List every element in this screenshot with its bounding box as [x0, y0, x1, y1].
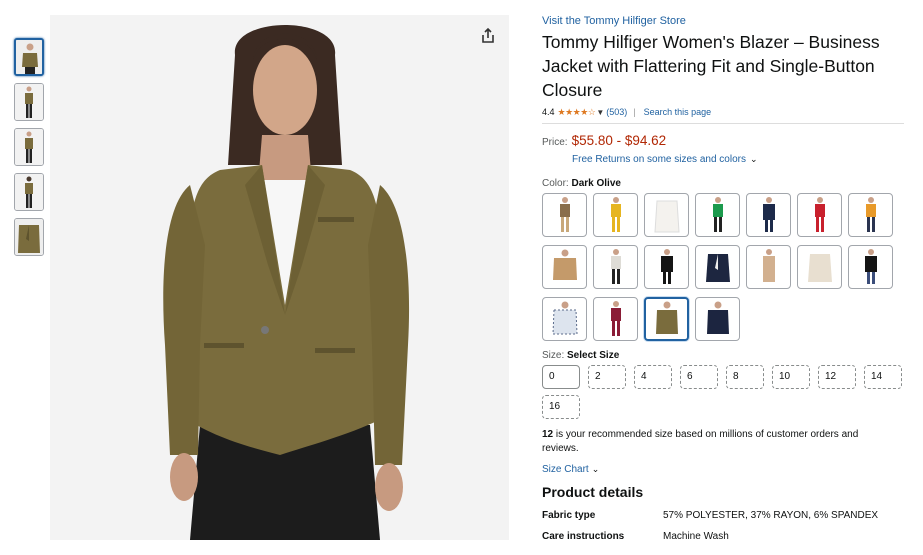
color-label: Color: Dark Olive: [542, 178, 621, 189]
chevron-down-icon: ⌄: [749, 154, 758, 164]
color-swatch[interactable]: [593, 297, 638, 341]
model-illustration: [50, 15, 509, 540]
color-swatch-dark-olive[interactable]: [644, 297, 689, 341]
thumbnail-strip: [14, 38, 45, 263]
thumbnail-1[interactable]: [14, 38, 44, 76]
color-swatch[interactable]: [593, 245, 638, 289]
thumbnail-3[interactable]: [14, 128, 44, 166]
rating-value: 4.4: [542, 107, 555, 117]
color-swatch[interactable]: [848, 245, 893, 289]
color-swatch[interactable]: [848, 193, 893, 237]
chevron-down-icon[interactable]: ▼: [596, 108, 604, 117]
size-option-12[interactable]: 12: [818, 365, 856, 389]
share-icon[interactable]: [479, 27, 497, 45]
star-rating-icon[interactable]: ★★★★☆: [558, 107, 596, 118]
color-swatch[interactable]: [593, 193, 638, 237]
size-option-10[interactable]: 10: [772, 365, 810, 389]
color-swatch[interactable]: [746, 245, 791, 289]
details-value: 57% POLYESTER, 37% RAYON, 6% SPANDEX: [663, 510, 879, 521]
size-option-8[interactable]: 8: [726, 365, 764, 389]
color-swatch[interactable]: [542, 245, 587, 289]
color-swatch[interactable]: [797, 245, 842, 289]
size-option-0[interactable]: 0: [542, 365, 580, 389]
color-swatch[interactable]: [797, 193, 842, 237]
main-product-image[interactable]: [50, 15, 509, 540]
review-count-link[interactable]: (503): [606, 107, 627, 117]
size-label: Size: Select Size: [542, 350, 620, 361]
details-row: Care instructions Machine Wash: [542, 531, 907, 552]
rating-row: 4.4 ★★★★☆ ▼ (503) | Search this page: [542, 105, 907, 119]
free-returns-text: Free Returns on some sizes and colors: [572, 154, 746, 165]
size-option-6[interactable]: 6: [680, 365, 718, 389]
details-key: Fabric type: [542, 510, 596, 521]
details-key: Care instructions: [542, 531, 625, 542]
thumbnail-5[interactable]: [14, 218, 44, 256]
product-title: Tommy Hilfiger Women's Blazer – Business…: [542, 32, 880, 100]
color-swatch-grid: [542, 193, 907, 341]
free-returns-link[interactable]: Free Returns on some sizes and colors ⌄: [572, 154, 907, 165]
price-row: Price: $55.80 - $94.62: [542, 133, 907, 148]
recommended-size: 12: [542, 429, 554, 440]
selected-color: Dark Olive: [571, 178, 621, 189]
product-details-heading: Product details: [542, 484, 644, 500]
color-swatch[interactable]: [695, 245, 740, 289]
color-swatch[interactable]: [542, 193, 587, 237]
color-swatch[interactable]: [542, 297, 587, 341]
size-option-14[interactable]: 14: [864, 365, 902, 389]
color-swatch[interactable]: [695, 193, 740, 237]
size-prompt: Select Size: [567, 350, 620, 361]
color-swatch[interactable]: [644, 193, 689, 237]
size-option-2[interactable]: 2: [588, 365, 626, 389]
size-recommendation: 12 is your recommended size based on mil…: [542, 429, 859, 454]
product-info: Visit the Tommy Hilfiger Store Tommy Hil…: [542, 14, 907, 552]
product-details-table: Fabric type 57% POLYESTER, 37% RAYON, 6%…: [542, 510, 907, 552]
divider: [542, 123, 904, 124]
details-value: Machine Wash: [663, 531, 729, 542]
thumbnail-4[interactable]: [14, 173, 44, 211]
thumbnail-2[interactable]: [14, 83, 44, 121]
store-link[interactable]: Visit the Tommy Hilfiger Store: [542, 14, 907, 29]
search-page-link[interactable]: Search this page: [644, 107, 712, 117]
details-row: Fabric type 57% POLYESTER, 37% RAYON, 6%…: [542, 510, 907, 531]
size-chart-link[interactable]: Size Chart ⌄: [542, 464, 907, 475]
color-swatch[interactable]: [695, 297, 740, 341]
size-option-16[interactable]: 16: [542, 395, 580, 419]
price-range: $55.80 - $94.62: [571, 133, 667, 148]
chevron-down-icon: ⌄: [591, 464, 600, 474]
price-label: Price:: [542, 137, 568, 148]
rating-separator: |: [633, 107, 636, 117]
size-option-4[interactable]: 4: [634, 365, 672, 389]
color-swatch[interactable]: [746, 193, 791, 237]
color-swatch[interactable]: [644, 245, 689, 289]
size-options: 0 2 4 6 8 10 12 14 16: [542, 365, 902, 419]
